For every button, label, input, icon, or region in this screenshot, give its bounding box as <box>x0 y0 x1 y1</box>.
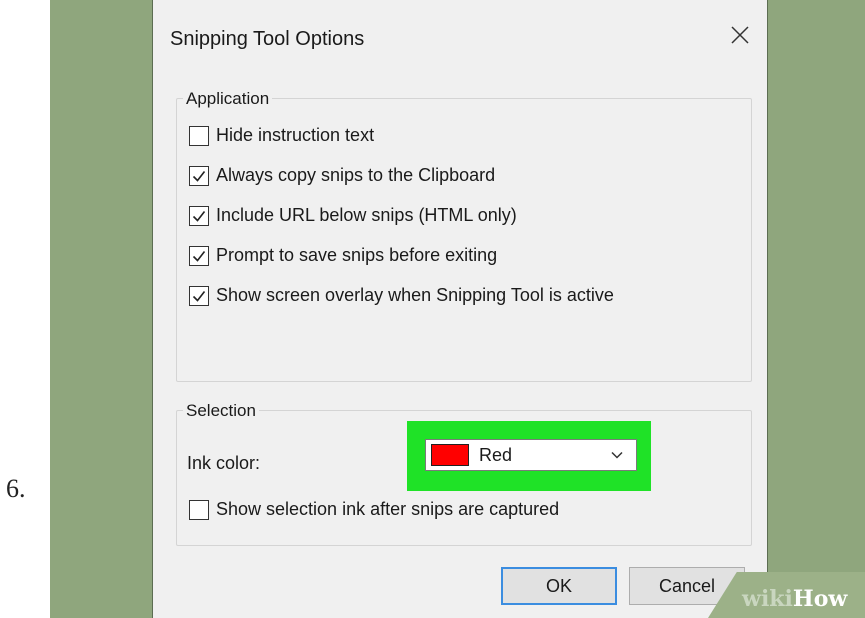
show-overlay-checkbox[interactable] <box>189 285 209 306</box>
prompt-save-checkbox[interactable] <box>189 245 209 266</box>
checkmark-icon <box>192 210 206 222</box>
color-swatch <box>431 444 469 466</box>
close-icon <box>731 26 749 44</box>
ink-color-label: Ink color: <box>187 453 261 473</box>
application-legend: Application <box>183 89 273 109</box>
close-button[interactable] <box>725 20 755 50</box>
copy-clipboard-checkbox[interactable] <box>189 165 209 186</box>
copy-clipboard-option[interactable]: Always copy snips to the Clipboard <box>189 165 495 186</box>
chevron-down-icon <box>611 451 623 459</box>
prompt-save-option[interactable]: Prompt to save snips before exiting <box>189 245 497 266</box>
selection-group: Selection Ink color: Red Show selection … <box>176 401 752 546</box>
ok-button[interactable]: OK <box>501 567 617 605</box>
option-label: Prompt to save snips before exiting <box>216 245 498 265</box>
option-label: Show screen overlay when Snipping Tool i… <box>216 285 614 305</box>
application-group: Application Hide instruction text Always… <box>176 89 752 382</box>
show-ink-option[interactable]: Show selection ink after snips are captu… <box>189 499 559 520</box>
show-ink-checkbox[interactable] <box>189 499 209 520</box>
option-label: Show selection ink after snips are captu… <box>216 499 560 519</box>
ink-color-dropdown[interactable]: Red <box>425 439 637 471</box>
option-label: Hide instruction text <box>216 125 375 145</box>
highlight-box: Red <box>407 421 651 491</box>
include-url-checkbox[interactable] <box>189 205 209 226</box>
hide-instruction-option[interactable]: Hide instruction text <box>189 125 374 146</box>
selection-legend: Selection <box>183 401 259 421</box>
checkmark-icon <box>192 170 206 182</box>
options-dialog: Snipping Tool Options Application Hide i… <box>152 0 768 618</box>
hide-instruction-checkbox[interactable] <box>189 125 209 146</box>
checkmark-icon <box>192 290 206 302</box>
step-number: 6. <box>6 474 26 503</box>
show-overlay-option[interactable]: Show screen overlay when Snipping Tool i… <box>189 285 614 306</box>
watermark-logo: wikiHow <box>742 586 848 612</box>
option-label: Always copy snips to the Clipboard <box>216 165 496 185</box>
dialog-title: Snipping Tool Options <box>170 28 365 50</box>
option-label: Include URL below snips (HTML only) <box>216 205 517 225</box>
include-url-option[interactable]: Include URL below snips (HTML only) <box>189 205 517 226</box>
checkmark-icon <box>192 250 206 262</box>
ink-color-value: Red <box>479 444 513 465</box>
